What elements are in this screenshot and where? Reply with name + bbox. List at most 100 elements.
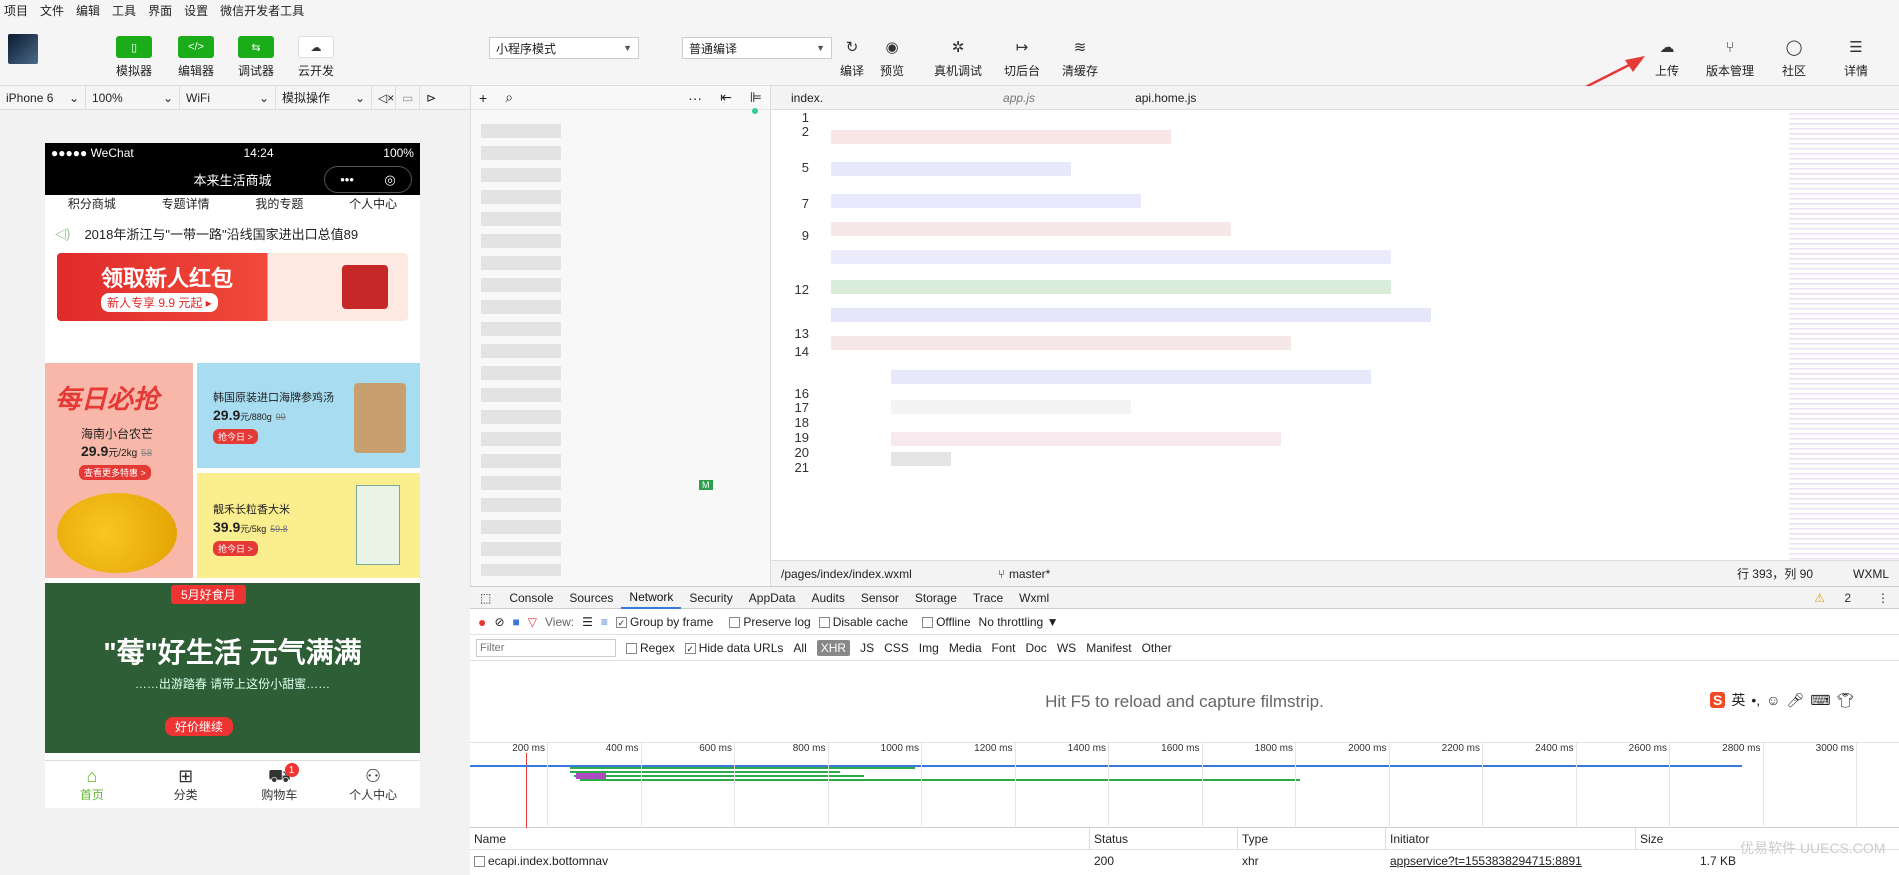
menu-wechat-devtools[interactable]: 微信开发者工具 bbox=[220, 2, 304, 19]
daily-deal-card[interactable]: 每日必抢 海南小台农芒 29.9元/2kg 58 查看更多特惠 > bbox=[45, 363, 193, 578]
record-icon[interactable]: ● bbox=[478, 614, 486, 630]
keyboard-icon[interactable]: ⌨ bbox=[1810, 692, 1830, 709]
top-tab-points-mall[interactable]: 积分商城 bbox=[68, 195, 116, 213]
inspect-icon[interactable]: ⬚ bbox=[470, 591, 501, 605]
remote-debug-button[interactable]: ✲ 真机调试 bbox=[934, 36, 982, 79]
tab-category[interactable]: ⊞ 分类 bbox=[139, 761, 233, 808]
table-row[interactable]: ecapi.index.bottomnav 200 xhr appservice… bbox=[470, 850, 1899, 872]
ginseng-soup-card[interactable]: 韩国原装进口海牌参鸡汤 29.9元/880g 99 抢今日 > bbox=[197, 363, 420, 468]
filter-input[interactable] bbox=[476, 638, 616, 657]
compile-mode-select[interactable]: 普通编译 ▼ bbox=[682, 37, 832, 59]
filter-icon[interactable]: ▽ bbox=[528, 615, 537, 629]
type-css[interactable]: CSS bbox=[884, 641, 909, 655]
list-view-icon[interactable]: ☰ bbox=[582, 615, 593, 629]
menu-file[interactable]: 文件 bbox=[40, 2, 64, 19]
more-vert-icon[interactable]: ⋮ bbox=[1867, 591, 1899, 605]
community-button[interactable]: ◯ 社区 bbox=[1782, 36, 1806, 79]
mode-select[interactable]: 小程序模式 ▼ bbox=[489, 37, 639, 59]
network-select[interactable]: WiFi ⌄ bbox=[180, 85, 276, 110]
clear-icon[interactable]: ⊘ bbox=[494, 615, 504, 629]
ime-punct-icon[interactable]: •, bbox=[1751, 692, 1760, 708]
throttling-select[interactable]: No throttling ▼ bbox=[979, 615, 1059, 629]
type-doc[interactable]: Doc bbox=[1026, 641, 1047, 655]
editor-button[interactable]: </> 编辑器 bbox=[178, 36, 214, 79]
new-user-banner[interactable]: 领取新人红包 新人专享 9.9 元起 ▸ bbox=[57, 253, 408, 321]
user-avatar[interactable] bbox=[8, 34, 38, 64]
screenshot-icon[interactable]: ■ bbox=[513, 615, 520, 629]
operation-select[interactable]: 模拟操作 ⌄ bbox=[276, 85, 372, 110]
type-img[interactable]: Img bbox=[919, 641, 939, 655]
tab-console[interactable]: Console bbox=[501, 591, 561, 605]
top-tab-profile[interactable]: 个人中心 bbox=[349, 195, 397, 213]
menu-interface[interactable]: 界面 bbox=[148, 2, 172, 19]
search-icon[interactable]: ⌕ bbox=[505, 89, 513, 106]
debugger-button[interactable]: ⇆ 调试器 bbox=[238, 36, 274, 79]
collapse-icon[interactable]: ⇤ bbox=[720, 89, 732, 106]
rice-card[interactable]: 靓禾长粒香大米 39.9元/5kg 59.8 抢今日 > bbox=[197, 473, 420, 578]
tab-home[interactable]: ⌂ 首页 bbox=[45, 761, 139, 808]
type-all[interactable]: All bbox=[793, 641, 806, 655]
shirt-icon[interactable]: 👕︎ bbox=[1836, 692, 1854, 709]
capsule-menu[interactable]: ••• ◎ bbox=[324, 166, 412, 193]
tab-security[interactable]: Security bbox=[681, 591, 740, 605]
editor-tab-api-home[interactable]: api.home.js bbox=[1115, 91, 1216, 105]
offline-checkbox[interactable]: Offline bbox=[922, 615, 971, 629]
tab-storage[interactable]: Storage bbox=[907, 591, 965, 605]
mic-icon[interactable]: 🎤︎ bbox=[1786, 692, 1804, 709]
top-tab-my-topic[interactable]: 我的专题 bbox=[255, 195, 303, 213]
type-media[interactable]: Media bbox=[949, 641, 982, 655]
device-select[interactable]: iPhone 6 ⌄ bbox=[0, 85, 86, 110]
add-file-icon[interactable]: + bbox=[479, 90, 487, 106]
regex-checkbox[interactable]: Regex bbox=[626, 641, 675, 655]
type-xhr[interactable]: XHR bbox=[816, 639, 851, 656]
version-button[interactable]: ⑂ 版本管理 bbox=[1706, 36, 1754, 79]
window-icon[interactable]: ▭ bbox=[396, 85, 420, 110]
promo-banner[interactable]: 5月好食月 "莓"好生活 元气满满 ……出游踏春 请带上这份小甜蜜…… 好价继续 bbox=[45, 583, 420, 753]
editor-tab-app[interactable]: app.js bbox=[983, 91, 1055, 105]
editor-minimap[interactable] bbox=[1789, 110, 1899, 560]
detach-icon[interactable]: ⊳ bbox=[420, 86, 444, 110]
close-circle-icon[interactable]: ◎ bbox=[384, 172, 395, 188]
type-other[interactable]: Other bbox=[1142, 641, 1172, 655]
tab-sensor[interactable]: Sensor bbox=[853, 591, 907, 605]
background-button[interactable]: ↦ 切后台 bbox=[1004, 36, 1040, 79]
emoji-icon[interactable]: ☺ bbox=[1766, 692, 1780, 708]
details-button[interactable]: ☰ 详情 bbox=[1844, 36, 1868, 79]
menu-edit[interactable]: 编辑 bbox=[76, 2, 100, 19]
tab-network[interactable]: Network bbox=[621, 587, 682, 609]
top-tab-topic-detail[interactable]: 专题详情 bbox=[162, 195, 210, 213]
preserve-log-checkbox[interactable]: Preserve log bbox=[729, 615, 811, 629]
tab-cart[interactable]: ⛟ 购物车 1 bbox=[233, 761, 327, 808]
group-by-frame-checkbox[interactable]: ✓ Group by frame bbox=[615, 615, 713, 629]
editor-tab-index[interactable]: index. bbox=[771, 91, 843, 105]
tab-trace[interactable]: Trace bbox=[965, 591, 1011, 605]
simulator-button[interactable]: ▯ 模拟器 bbox=[116, 36, 152, 79]
type-ws[interactable]: WS bbox=[1057, 641, 1076, 655]
file-list-blurred[interactable] bbox=[481, 116, 561, 576]
waterfall-view-icon[interactable]: ≡ bbox=[601, 615, 608, 629]
preview-button[interactable]: ◉ 预览 bbox=[880, 36, 904, 79]
menu-tools[interactable]: 工具 bbox=[112, 2, 136, 19]
menu-settings[interactable]: 设置 bbox=[184, 2, 208, 19]
notice-bar[interactable]: ◁) 2018年浙江与"一带一路"沿线国家进出口总值89 bbox=[45, 213, 420, 253]
tab-appdata[interactable]: AppData bbox=[741, 591, 804, 605]
tab-sources[interactable]: Sources bbox=[561, 591, 621, 605]
split-icon[interactable]: ⊫ bbox=[750, 89, 762, 106]
more-dots-icon[interactable]: ••• bbox=[340, 172, 354, 187]
clear-cache-button[interactable]: ≋ 清缓存 bbox=[1062, 36, 1098, 79]
tab-profile[interactable]: ⚇ 个人中心 bbox=[326, 761, 420, 808]
type-js[interactable]: JS bbox=[860, 641, 874, 655]
warning-count[interactable]: ⚠ 2 bbox=[1798, 591, 1867, 605]
compile-button[interactable]: ↻ 编译 bbox=[840, 36, 864, 79]
code-content-blurred[interactable] bbox=[821, 110, 1861, 560]
tab-audits[interactable]: Audits bbox=[803, 591, 852, 605]
type-manifest[interactable]: Manifest bbox=[1086, 641, 1131, 655]
type-font[interactable]: Font bbox=[992, 641, 1016, 655]
upload-button[interactable]: ☁ 上传 bbox=[1655, 36, 1679, 79]
disable-cache-checkbox[interactable]: Disable cache bbox=[818, 615, 908, 629]
zoom-select[interactable]: 100% ⌄ bbox=[86, 85, 180, 110]
hide-data-urls-checkbox[interactable]: ✓ Hide data URLs bbox=[684, 641, 783, 655]
cloud-dev-button[interactable]: ☁ 云开发 bbox=[298, 36, 334, 79]
mute-icon[interactable]: ◁× bbox=[372, 85, 396, 110]
menu-project[interactable]: 项目 bbox=[4, 2, 28, 19]
